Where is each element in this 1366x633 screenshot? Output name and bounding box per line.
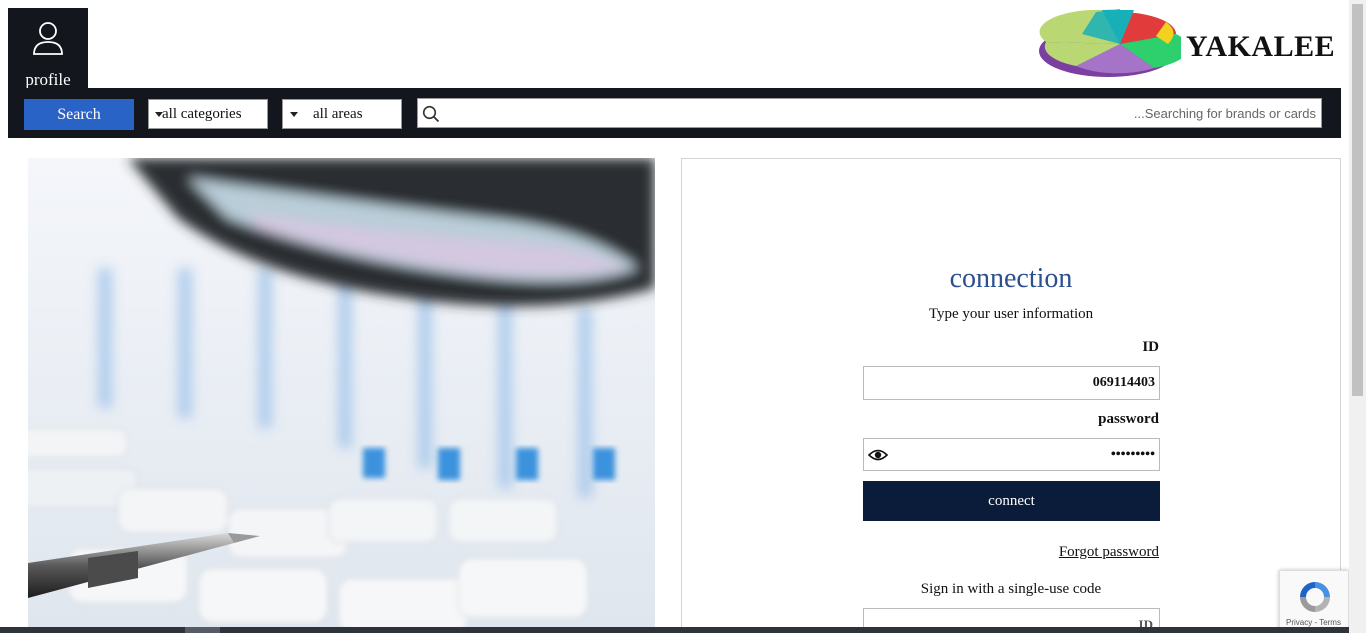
recaptcha-logo-icon xyxy=(1300,582,1330,612)
profile-button[interactable]: profile xyxy=(8,8,88,90)
search-bar: Search all categories all areas xyxy=(8,88,1341,138)
search-button[interactable]: Search xyxy=(24,99,134,130)
id-field[interactable] xyxy=(863,366,1160,400)
category-select[interactable]: all categories xyxy=(148,99,268,129)
connect-button[interactable]: connect xyxy=(863,481,1160,521)
chevron-down-icon xyxy=(290,112,298,117)
single-use-code-label: Sign in with a single-use code xyxy=(920,581,1102,597)
recaptcha-badge[interactable]: Privacy - Terms xyxy=(1279,570,1349,633)
search-input[interactable] xyxy=(448,100,1316,126)
area-select-value: all areas xyxy=(313,106,363,122)
forgot-password-link[interactable]: Forgot password xyxy=(1059,544,1159,561)
hero-image xyxy=(28,158,655,633)
scrollbar-thumb[interactable] xyxy=(1352,4,1363,396)
area-select[interactable]: all areas xyxy=(282,99,402,129)
category-select-value: all categories xyxy=(162,106,242,122)
id-label: ID xyxy=(1142,339,1159,355)
vertical-scrollbar[interactable] xyxy=(1349,0,1366,633)
login-title: connection xyxy=(949,263,1073,294)
brand-name: YAKALEE xyxy=(1186,30,1336,63)
search-icon xyxy=(422,105,440,123)
recaptcha-terms[interactable]: Privacy - Terms xyxy=(1286,618,1341,627)
password-field[interactable] xyxy=(863,438,1160,471)
pie-logo-icon xyxy=(1039,9,1181,77)
password-input[interactable] xyxy=(900,441,1155,469)
search-field[interactable] xyxy=(417,98,1322,128)
login-subtitle: Type your user information xyxy=(928,306,1094,322)
password-label: password xyxy=(1098,411,1159,427)
bottom-strip-marker xyxy=(185,627,220,633)
eye-icon[interactable] xyxy=(868,448,888,462)
profile-label: profile xyxy=(25,70,71,89)
id-input[interactable] xyxy=(868,369,1155,397)
brand-logo[interactable]: YAKALEE xyxy=(1036,6,1346,82)
login-panel: connection Type your user information ID… xyxy=(681,158,1341,633)
person-outline-icon xyxy=(33,22,63,55)
bottom-strip xyxy=(0,627,1349,633)
